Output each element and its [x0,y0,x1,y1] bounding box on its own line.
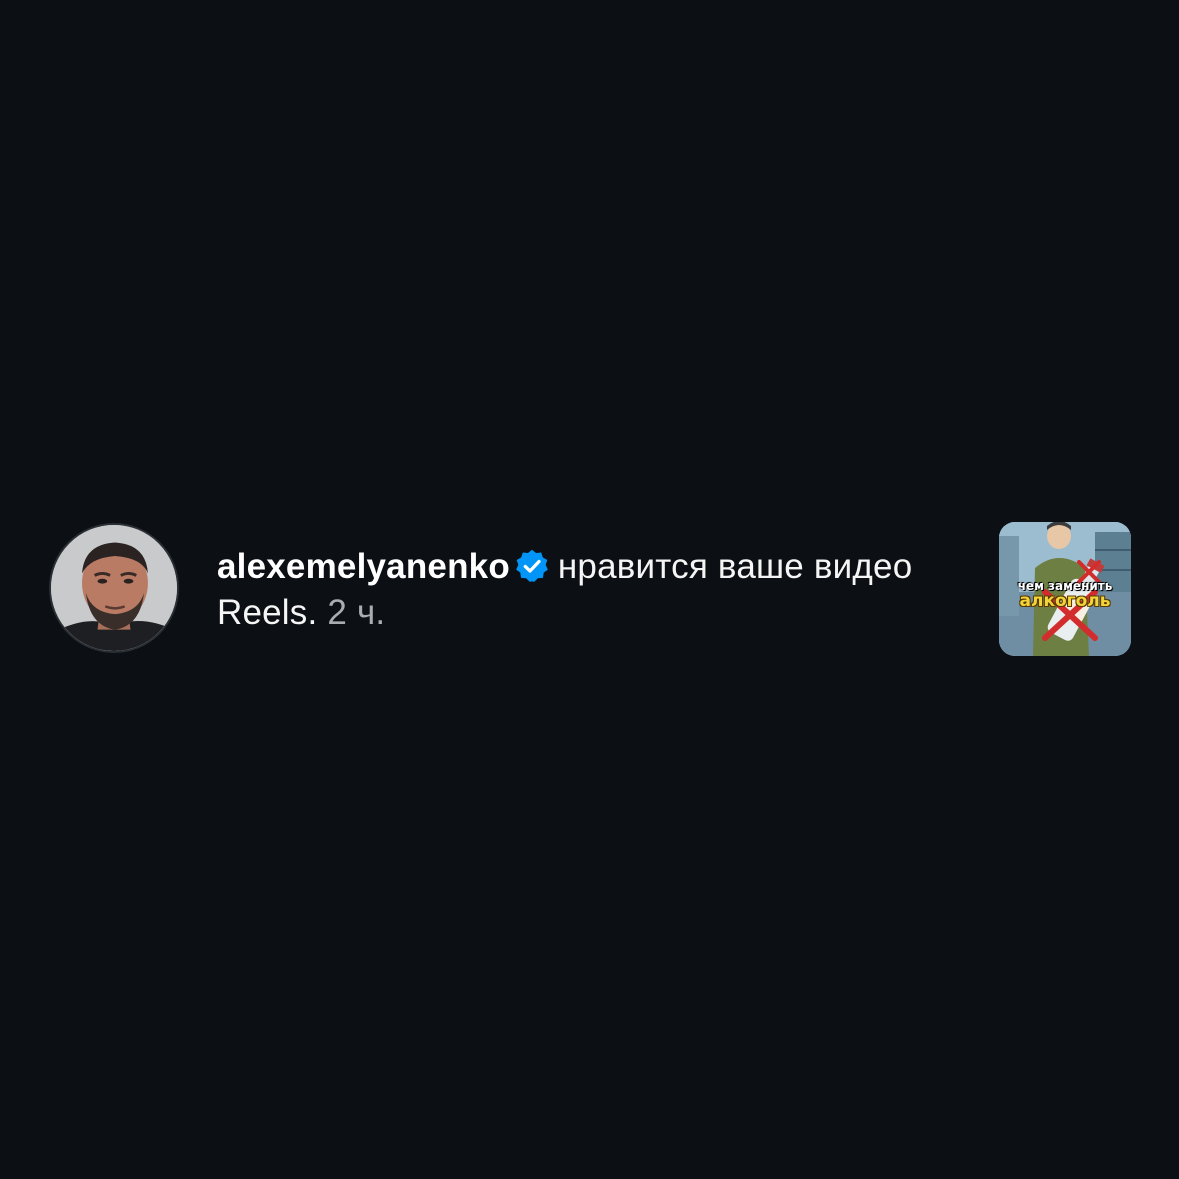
thumbnail-caption-line2: алкоголь [1019,591,1111,611]
timestamp: 2 ч. [327,593,386,632]
activity-screen: alexemelyanenko нравится ваше видео Reel… [0,0,1179,1179]
like-notification-row[interactable]: alexemelyanenko нравится ваше видео Reel… [0,520,1179,658]
username-link[interactable]: alexemelyanenko [217,547,510,586]
avatar-portrait [51,525,177,651]
reel-thumbnail[interactable]: чем заменить алкоголь [999,522,1131,656]
verified-badge-icon [514,548,550,584]
notification-text: alexemelyanenko нравится ваше видео Reel… [217,544,937,636]
thumbnail-caption: чем заменить алкоголь [999,580,1131,610]
avatar[interactable] [49,523,179,653]
